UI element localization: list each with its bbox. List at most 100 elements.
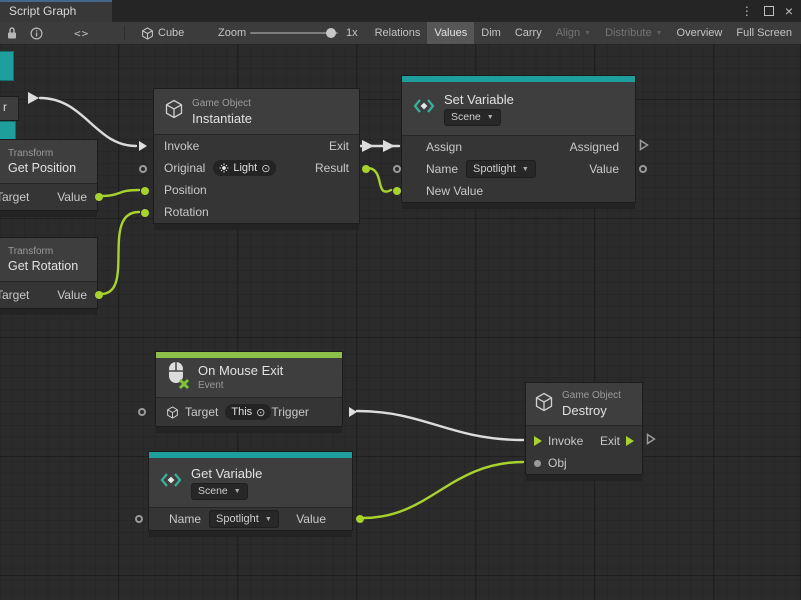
tab-bar: Script Graph ⋮ × (0, 0, 801, 22)
object-field-light[interactable]: Light ⊙ (213, 160, 276, 176)
chevron-down-icon: ▼ (487, 114, 494, 121)
toolbar-separator (124, 26, 125, 40)
align-button[interactable]: Align▼ (549, 22, 598, 44)
variable-scope-dropdown[interactable]: Scene▼ (444, 109, 501, 126)
variable-name-dropdown[interactable]: Spotlight▼ (209, 510, 279, 528)
game-object-icon (534, 392, 554, 417)
variable-name-dropdown[interactable]: Spotlight▼ (466, 160, 536, 178)
flow-input-port[interactable] (139, 141, 147, 151)
port-label-invoke: Invoke (548, 434, 583, 448)
tab-title: Script Graph (9, 4, 76, 18)
value-input-port[interactable] (135, 515, 143, 523)
chevron-down-icon: ▼ (265, 516, 272, 523)
relations-button[interactable]: Relations (368, 22, 428, 44)
values-button[interactable]: Values (427, 22, 474, 44)
chevron-down-icon: ▼ (234, 488, 241, 495)
port-label-target: Target (0, 190, 29, 204)
port-label-exit: Exit (329, 139, 349, 153)
flow-input-port[interactable] (534, 436, 542, 446)
node-destroy[interactable]: Game Object Destroy Invoke Exit Obj (525, 382, 643, 475)
value-output-port[interactable] (639, 165, 647, 173)
close-icon[interactable]: × (785, 0, 793, 22)
node-set-variable[interactable]: Set Variable Scene▼ Assign Assigned Name… (401, 75, 636, 203)
value-output-port[interactable] (356, 515, 364, 523)
node-category: Game Object (562, 390, 621, 401)
object-field-this[interactable]: This ⊙ (225, 404, 271, 420)
overview-button[interactable]: Overview (670, 22, 730, 44)
port-label-target: Target (185, 405, 218, 419)
carry-button[interactable]: Carry (508, 22, 549, 44)
game-object-icon (164, 99, 184, 124)
port-label-exit: Exit (600, 434, 620, 448)
flow-output-port[interactable] (639, 138, 649, 156)
node-get-rotation[interactable]: Transform Get Rotation Target Value (0, 237, 98, 309)
variable-scope-dropdown[interactable]: Scene▼ (191, 483, 248, 500)
node-title: Set Variable (444, 92, 514, 107)
zoom-slider[interactable] (250, 22, 338, 44)
maximize-icon[interactable] (764, 6, 774, 16)
port-label-position: Position (164, 183, 207, 197)
port-label-value: Value (589, 162, 619, 176)
port-label-value: Value (57, 288, 87, 302)
variable-icon (159, 468, 183, 497)
window-menu-icon[interactable]: ⋮ (741, 0, 753, 22)
flow-output-port[interactable] (626, 436, 634, 446)
script-graph-window: Script Graph ⋮ × <> Cube Zoom 1x Relatio… (0, 0, 801, 600)
distribute-button[interactable]: Distribute▼ (598, 22, 669, 44)
code-preview-icon[interactable]: <> (74, 22, 89, 44)
lock-icon[interactable] (6, 22, 18, 44)
value-input-port[interactable] (534, 460, 541, 467)
chevron-down-icon: ▼ (584, 30, 591, 37)
value-input-port[interactable] (141, 209, 149, 217)
chevron-down-icon: ▼ (522, 166, 529, 173)
port-label-name: Name (169, 512, 201, 526)
object-picker-icon[interactable]: ⊙ (256, 406, 265, 419)
value-input-port[interactable] (393, 165, 401, 173)
node-category: Transform (8, 148, 76, 159)
node-get-variable[interactable]: Get Variable Scene▼ Name Spotlight▼ Valu… (148, 451, 353, 531)
value-output-port[interactable] (362, 165, 370, 173)
cube-icon (141, 22, 154, 44)
game-object-icon (166, 406, 179, 419)
clipped-node-fragment[interactable]: r (0, 96, 19, 121)
port-label-rotation: Rotation (164, 205, 209, 219)
zoom-slider-handle[interactable] (326, 28, 336, 38)
value-output-port[interactable] (95, 291, 103, 299)
dim-button[interactable]: Dim (474, 22, 508, 44)
flow-output-port[interactable] (349, 407, 357, 417)
fragment-label: r (3, 100, 7, 114)
node-category: Game Object (192, 98, 252, 109)
object-field-value: This (231, 406, 252, 418)
node-instantiate[interactable]: Game Object Instantiate Invoke Exit Orig… (153, 88, 360, 224)
port-label-assign: Assign (426, 140, 462, 154)
value-input-port[interactable] (138, 408, 146, 416)
node-get-position[interactable]: Transform Get Position Target Value (0, 139, 98, 211)
port-label-value: Value (296, 512, 326, 526)
object-picker-icon[interactable]: ⊙ (261, 162, 270, 175)
flow-output-port[interactable] (646, 432, 656, 450)
port-label-target: Target (0, 288, 29, 302)
full-screen-button[interactable]: Full Screen (729, 22, 799, 44)
variable-icon (412, 94, 436, 123)
value-input-port[interactable] (141, 187, 149, 195)
light-icon (219, 163, 229, 173)
value-input-port[interactable] (139, 165, 147, 173)
node-title: Get Variable (191, 466, 262, 481)
port-label-obj: Obj (548, 456, 567, 470)
zoom-value: 1x (346, 22, 358, 44)
graph-object-name: Cube (158, 22, 184, 44)
port-label-name: Name (426, 162, 458, 176)
value-input-port[interactable] (393, 187, 401, 195)
info-icon[interactable] (30, 22, 43, 44)
node-on-mouse-exit[interactable]: On Mouse Exit Event Target This ⊙ Trigge… (155, 351, 343, 427)
zoom-label: Zoom (218, 22, 246, 44)
chevron-down-icon: ▼ (656, 30, 663, 37)
tab-script-graph[interactable]: Script Graph (0, 0, 112, 22)
port-label-original: Original (164, 161, 205, 175)
value-output-port[interactable] (95, 193, 103, 201)
clipped-node-fragment[interactable] (0, 51, 14, 81)
port-label-trigger: Trigger (271, 405, 309, 419)
node-title: Destroy (562, 403, 621, 418)
node-title: Instantiate (192, 111, 252, 126)
port-label-result: Result (315, 161, 349, 175)
